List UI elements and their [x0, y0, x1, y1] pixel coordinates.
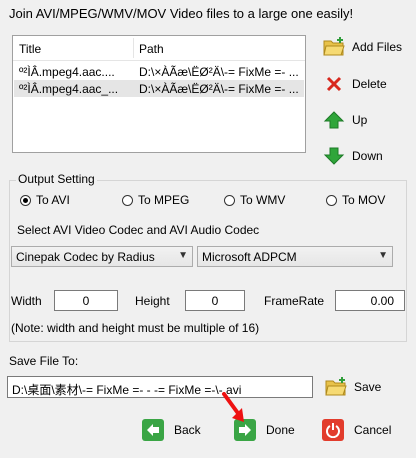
file-row[interactable]: º²ÌÂ.mpeg4.aac_... D:\×ÀÃæ\ËØ²Ä\-= FixMe…	[14, 80, 304, 97]
window-title: Join AVI/MPEG/WMV/MOV Video files to a l…	[9, 6, 354, 21]
column-separator[interactable]	[133, 38, 134, 58]
file-list[interactable]: Title Path º²ÌÂ.mpeg4.aac.... D:\×ÀÃæ\ËØ…	[12, 35, 306, 153]
arrow-left-icon	[142, 419, 164, 441]
radio-to-mov[interactable]: To MOV	[326, 193, 385, 207]
radio-label: To MOV	[342, 193, 386, 207]
video-codec-value: Cinepak Codec by Radius	[16, 250, 155, 264]
radio-to-mpeg[interactable]: To MPEG	[122, 193, 189, 207]
annotation-arrow-icon	[222, 392, 244, 422]
radio-to-wmv[interactable]: To WMV	[224, 193, 285, 207]
file-path: D:\×ÀÃæ\ËØ²Ä\-= FixMe =- ...	[139, 82, 299, 96]
save-path-input[interactable]: D:\桌面\素材\-= FixMe =- - -= FixMe =-\-.avi	[7, 376, 313, 398]
framerate-input[interactable]: 0.00	[335, 290, 405, 311]
save-button[interactable]: Save	[324, 376, 381, 398]
file-list-header: Title Path	[13, 36, 305, 61]
framerate-label: FrameRate	[264, 294, 325, 308]
arrow-down-icon	[323, 147, 345, 165]
chevron-down-icon: ▼	[178, 250, 188, 261]
radio-label: To WMV	[240, 193, 286, 207]
arrow-up-icon	[323, 111, 345, 129]
done-label: Done	[266, 423, 295, 437]
radio-label: To AVI	[36, 193, 70, 207]
add-files-label: Add Files	[352, 40, 403, 54]
column-header-title[interactable]: Title	[19, 42, 41, 56]
output-setting-legend: Output Setting	[16, 172, 97, 186]
down-button[interactable]: Down	[322, 146, 383, 166]
back-label: Back	[174, 423, 201, 437]
delete-x-icon	[326, 76, 342, 92]
file-path: D:\×ÀÃæ\ËØ²Ä\-= FixMe =- ...	[139, 65, 299, 79]
add-files-button[interactable]: Add Files	[322, 36, 402, 58]
power-icon	[322, 419, 344, 441]
save-label: Save	[354, 380, 382, 394]
width-input[interactable]: 0	[54, 290, 118, 311]
radio-dot	[326, 194, 337, 206]
down-label: Down	[352, 149, 383, 163]
codec-label: Select AVI Video Codec and AVI Audio Cod…	[17, 223, 260, 237]
radio-to-avi[interactable]: To AVI	[20, 193, 70, 207]
radio-dot	[20, 194, 31, 206]
up-label: Up	[352, 113, 368, 127]
audio-codec-value: Microsoft ADPCM	[202, 250, 297, 264]
folder-open-icon	[323, 37, 345, 56]
cancel-label: Cancel	[354, 423, 392, 437]
file-title: º²ÌÂ.mpeg4.aac....	[19, 65, 115, 79]
column-header-path[interactable]: Path	[139, 42, 164, 56]
radio-dot	[122, 194, 133, 206]
file-title: º²ÌÂ.mpeg4.aac_...	[19, 82, 119, 96]
radio-label: To MPEG	[138, 193, 190, 207]
size-note: (Note: width and height must be multiple…	[11, 321, 260, 335]
height-input[interactable]: 0	[185, 290, 245, 311]
cancel-button[interactable]: Cancel	[322, 419, 391, 441]
height-label: Height	[135, 294, 170, 308]
video-codec-select[interactable]: Cinepak Codec by Radius ▼	[11, 246, 193, 267]
delete-button[interactable]: Delete	[322, 74, 387, 94]
delete-label: Delete	[352, 77, 387, 91]
audio-codec-select[interactable]: Microsoft ADPCM ▼	[197, 246, 393, 267]
file-row[interactable]: º²ÌÂ.mpeg4.aac.... D:\×ÀÃæ\ËØ²Ä\-= FixMe…	[14, 63, 304, 80]
chevron-down-icon: ▼	[378, 250, 388, 261]
save-file-label: Save File To:	[9, 354, 79, 368]
width-label: Width	[11, 294, 42, 308]
up-button[interactable]: Up	[322, 110, 367, 130]
folder-open-icon	[325, 377, 347, 396]
radio-dot	[224, 194, 235, 206]
back-button[interactable]: Back	[142, 419, 201, 441]
